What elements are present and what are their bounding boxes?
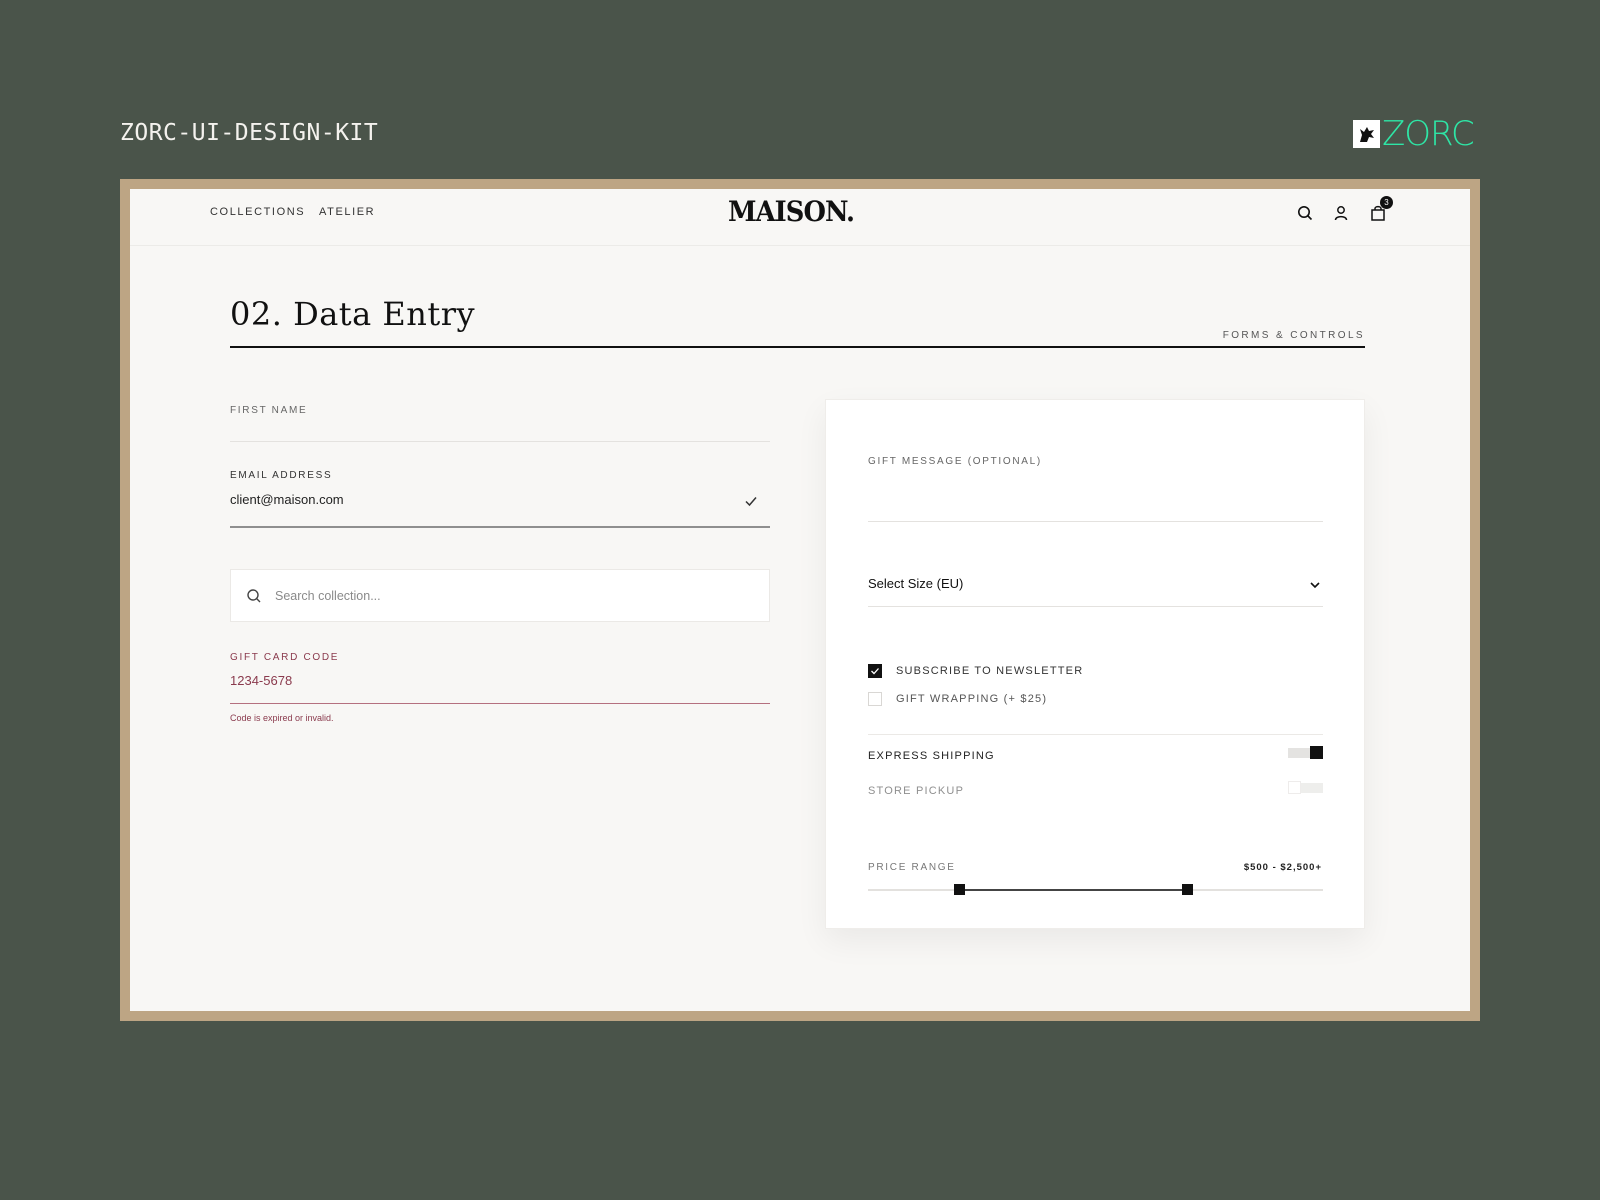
email-field[interactable]: client@maison.com (230, 492, 344, 507)
express-shipping-label: EXPRESS SHIPPING (868, 750, 995, 762)
mockup-frame: COLLECTIONS ATELIER MAISON. 3 02. Data E… (120, 179, 1480, 1021)
user-icon[interactable] (1332, 204, 1350, 222)
search-input[interactable] (275, 584, 745, 608)
toggle-thumb (1310, 746, 1323, 759)
brand-logo: ZORC (1353, 114, 1475, 154)
slider-fill (959, 889, 1187, 891)
gift-wrapping-checkbox-label: GIFT WRAPPING (+ $25) (896, 693, 1048, 705)
first-name-underline (230, 441, 770, 442)
section-title: 02. Data Entry (230, 295, 476, 333)
top-nav: COLLECTIONS ATELIER MAISON. 3 (130, 189, 1470, 246)
price-range-slider[interactable] (868, 884, 1323, 895)
store-pickup-toggle[interactable] (1288, 780, 1323, 796)
maison-logo[interactable]: MAISON. (728, 195, 855, 228)
newsletter-checkbox[interactable] (868, 664, 882, 678)
gift-card-label: GIFT CARD CODE (230, 652, 340, 663)
gift-card-error: Code is expired or invalid. (230, 713, 334, 723)
section-tag: FORMS & CONTROLS (1222, 330, 1365, 341)
newsletter-checkbox-label: SUBSCRIBE TO NEWSLETTER (896, 665, 1084, 677)
express-shipping-toggle[interactable] (1288, 745, 1323, 761)
toggle-thumb (1288, 781, 1301, 794)
size-select-value: Select Size (EU) (868, 576, 964, 591)
search-box (230, 569, 770, 622)
nav-link-atelier[interactable]: ATELIER (319, 206, 375, 218)
gift-card-underline (230, 703, 770, 704)
gift-wrapping-checkbox[interactable] (868, 692, 882, 706)
section-divider (230, 346, 1365, 348)
options-divider (868, 734, 1323, 735)
email-label: EMAIL ADDRESS (230, 470, 333, 481)
options-card: GIFT MESSAGE (OPTIONAL) Select Size (EU)… (825, 399, 1365, 929)
gift-message-label: GIFT MESSAGE (OPTIONAL) (868, 456, 1042, 467)
search-icon[interactable] (1296, 204, 1314, 222)
checkmark-icon (744, 494, 758, 508)
first-name-field[interactable] (230, 419, 770, 439)
chevron-down-icon (1309, 578, 1321, 590)
search-icon (245, 587, 263, 605)
gift-message-field[interactable] (868, 480, 1323, 510)
nav-link-collections[interactable]: COLLECTIONS (210, 206, 305, 218)
size-select-underline (868, 606, 1323, 607)
slider-handle-max[interactable] (1181, 884, 1193, 895)
wolf-mascot-icon (1353, 120, 1380, 148)
price-range-label: PRICE RANGE (868, 862, 956, 873)
gift-message-underline (868, 521, 1323, 522)
price-range-value: $500 - $2,500+ (1243, 862, 1322, 873)
size-select[interactable]: Select Size (EU) (868, 560, 1323, 608)
gift-card-field[interactable]: 1234-5678 (230, 673, 292, 688)
slider-handle-min[interactable] (954, 884, 965, 895)
kit-title: ZORC-UI-DESIGN-KIT (120, 120, 379, 146)
store-pickup-label: STORE PICKUP (868, 785, 965, 797)
email-underline (230, 526, 770, 528)
cart-count-badge: 3 (1380, 196, 1393, 209)
brand-wordmark: ZORC (1382, 114, 1475, 154)
page-canvas: COLLECTIONS ATELIER MAISON. 3 02. Data E… (130, 189, 1470, 1011)
first-name-label: FIRST NAME (230, 405, 308, 416)
